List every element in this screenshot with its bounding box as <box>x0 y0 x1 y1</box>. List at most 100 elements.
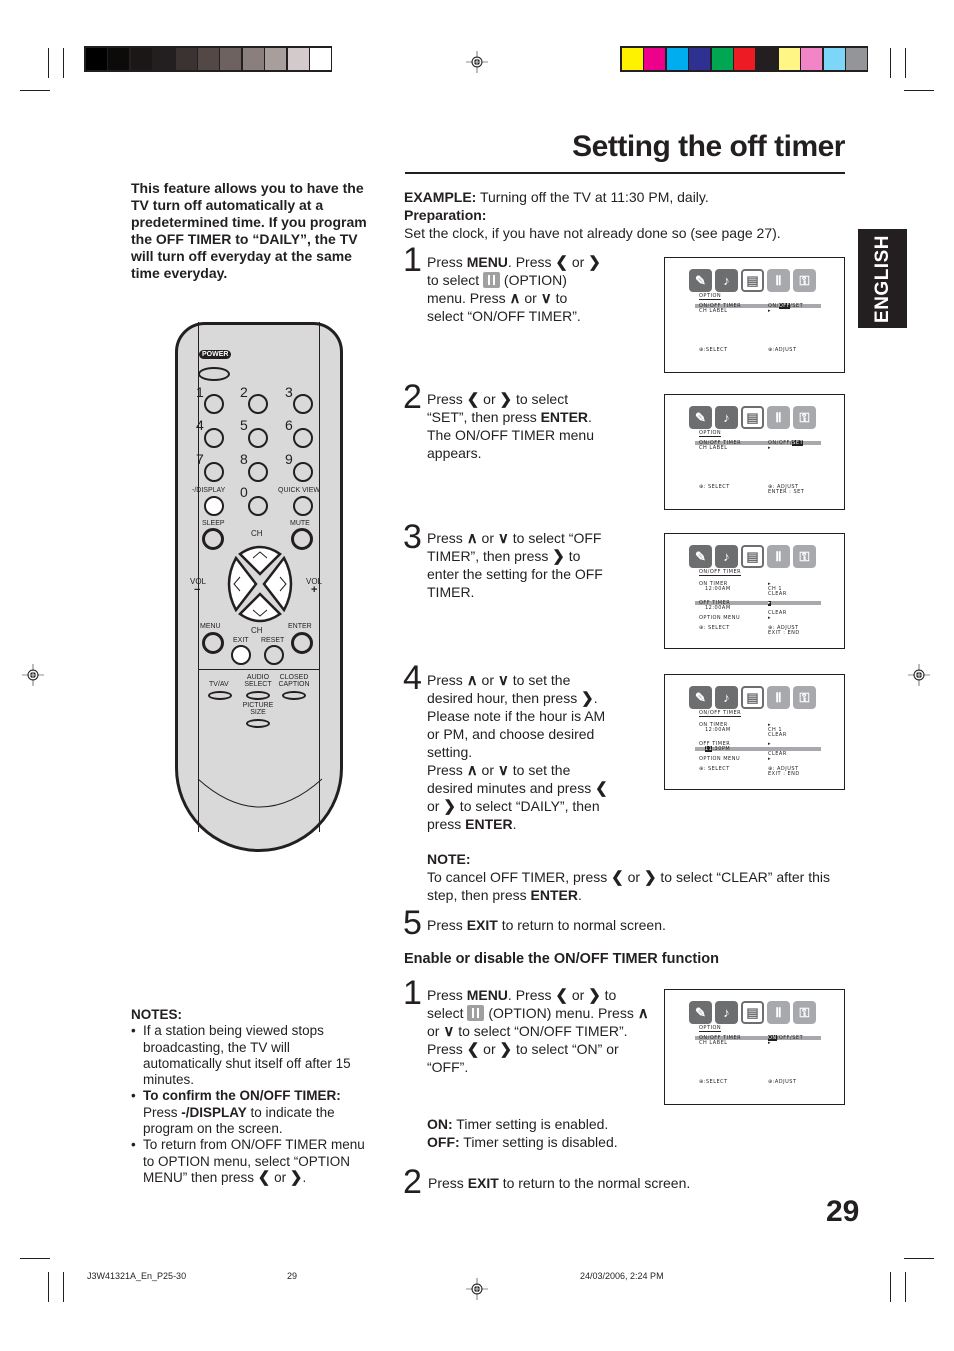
reset-button[interactable] <box>264 645 284 665</box>
down-arrow-icon: ∨ <box>497 762 509 779</box>
color-swatch <box>86 48 107 70</box>
option-icon: Ⅱ <box>767 545 790 568</box>
language-tab: ENGLISH <box>858 229 907 328</box>
picture-icon: ✎ <box>689 1001 712 1024</box>
enter-label: ENTER <box>288 623 312 630</box>
osd-text: ▸ <box>768 308 772 314</box>
notes-item: To confirm the ON/OFF TIMER: Press -/DIS… <box>131 1088 371 1137</box>
footer-file: J3W41321A_En_P25-30 <box>87 1271 187 1281</box>
button-0[interactable] <box>248 496 268 516</box>
osd-screen-onoff-timer: ✎ ♪ ▤ Ⅱ ⚿ ON/OFF TIMER ON TIMER 12:00AM ▸ CH 1 CLE… <box>664 533 845 649</box>
number-label: 7 <box>196 451 204 467</box>
right-arrow-icon: ❯ <box>581 690 594 707</box>
lock-icon: ⚿ <box>793 1001 816 1024</box>
tv-av-button[interactable] <box>208 691 232 700</box>
option-menu-icon <box>483 272 501 288</box>
vol-minus-label: − <box>194 584 201 596</box>
color-swatch <box>153 48 175 70</box>
audio-icon: ♪ <box>715 545 738 568</box>
left-arrow-icon: ❮ <box>257 1168 271 1186</box>
button-8[interactable] <box>248 462 268 482</box>
button-5[interactable] <box>248 428 268 448</box>
button-6[interactable] <box>293 428 313 448</box>
crop-mark <box>63 1272 64 1302</box>
color-swatch <box>846 48 867 70</box>
up-arrow-icon: ∧ <box>466 762 478 779</box>
exit-label: EXIT <box>233 637 249 644</box>
display-button[interactable] <box>204 496 224 516</box>
color-swatch <box>644 48 666 70</box>
osd-text: ⊕:ADJUST <box>768 1079 797 1085</box>
right-arrow-icon: ❯ <box>643 869 657 886</box>
osd-menu-icons: ✎ ♪ ▤ Ⅱ ⚿ <box>689 1001 816 1024</box>
left-arrow-icon: ❮ <box>595 780 608 797</box>
color-swatch <box>801 48 823 70</box>
registration-mark-icon <box>466 1278 488 1300</box>
right-arrow-icon: ❯ <box>499 1041 513 1058</box>
menu-button[interactable] <box>202 632 224 654</box>
note-label: NOTE: <box>427 851 471 867</box>
intro-paragraph: This feature allows you to have the TV t… <box>131 180 367 281</box>
osd-text: 12:00AM <box>705 727 731 733</box>
enter-button[interactable] <box>291 632 313 654</box>
osd-text: OPTION <box>699 293 722 300</box>
notes-item: To return from ON/OFF TIMER menu to OPTI… <box>131 1137 371 1186</box>
button-3[interactable] <box>293 394 313 414</box>
osd-text: EXIT : END <box>768 771 800 777</box>
number-label: 1 <box>196 384 204 400</box>
quick-view-button[interactable] <box>293 496 313 516</box>
osd-text: ▸ <box>768 1040 772 1046</box>
audio-select-label: AUDIO SELECT <box>244 674 272 688</box>
lock-icon: ⚿ <box>793 545 816 568</box>
up-arrow-icon: ∧ <box>509 290 521 307</box>
osd-text: EXIT : END <box>768 630 800 636</box>
osd-text: CLEAR <box>768 591 787 597</box>
crop-mark <box>890 48 891 78</box>
picture-icon: ✎ <box>689 406 712 429</box>
option-icon: Ⅱ <box>767 1001 790 1024</box>
exit-button[interactable] <box>231 645 251 665</box>
preparation-label: Preparation: <box>404 207 487 223</box>
mute-label: MUTE <box>290 520 310 527</box>
option-icon: Ⅱ <box>767 406 790 429</box>
lock-icon: ⚿ <box>793 269 816 292</box>
closed-caption-button[interactable] <box>282 691 306 700</box>
registration-mark-icon <box>22 664 44 686</box>
number-label: 3 <box>285 384 293 400</box>
battery-cover <box>197 778 323 808</box>
button-9[interactable] <box>293 462 313 482</box>
power-button[interactable] <box>198 367 230 381</box>
osd-text: 12:00AM <box>705 586 731 592</box>
up-arrow-icon: ∧ <box>466 530 478 547</box>
crop-mark <box>904 1258 934 1259</box>
picture-icon: ✎ <box>689 545 712 568</box>
left-arrow-icon: ❮ <box>555 254 568 271</box>
color-swatch <box>175 48 197 70</box>
tv-av-label: TV/AV <box>209 681 229 688</box>
color-swatch <box>734 48 755 70</box>
color-swatch <box>666 48 688 70</box>
button-7[interactable] <box>204 462 224 482</box>
number-label: 8 <box>240 451 248 467</box>
picture-size-button[interactable] <box>246 719 270 728</box>
number-label: 9 <box>285 451 293 467</box>
closed-caption-label: CLOSED CAPTION <box>278 674 310 688</box>
osd-text: CLEAR <box>768 732 787 738</box>
button-4[interactable] <box>204 428 224 448</box>
sleep-label: SLEEP <box>202 520 225 527</box>
osd-text: ▸ <box>768 445 772 451</box>
option-icon: Ⅱ <box>767 269 790 292</box>
color-swatch <box>242 48 264 70</box>
divider <box>198 669 320 670</box>
audio-select-button[interactable] <box>246 691 270 700</box>
left-arrow-icon: ❮ <box>555 987 568 1004</box>
crop-mark <box>890 1272 891 1302</box>
osd-text: OPTION <box>699 430 722 437</box>
section-heading: Enable or disable the ON/OFF TIMER funct… <box>404 951 719 967</box>
button-2[interactable] <box>248 394 268 414</box>
right-arrow-icon: ❯ <box>289 1168 303 1186</box>
color-swatch <box>265 48 287 70</box>
setup-icon: ▤ <box>741 686 764 709</box>
button-1[interactable] <box>204 394 224 414</box>
osd-onoff-value: ON/OFF/SET <box>768 440 804 446</box>
